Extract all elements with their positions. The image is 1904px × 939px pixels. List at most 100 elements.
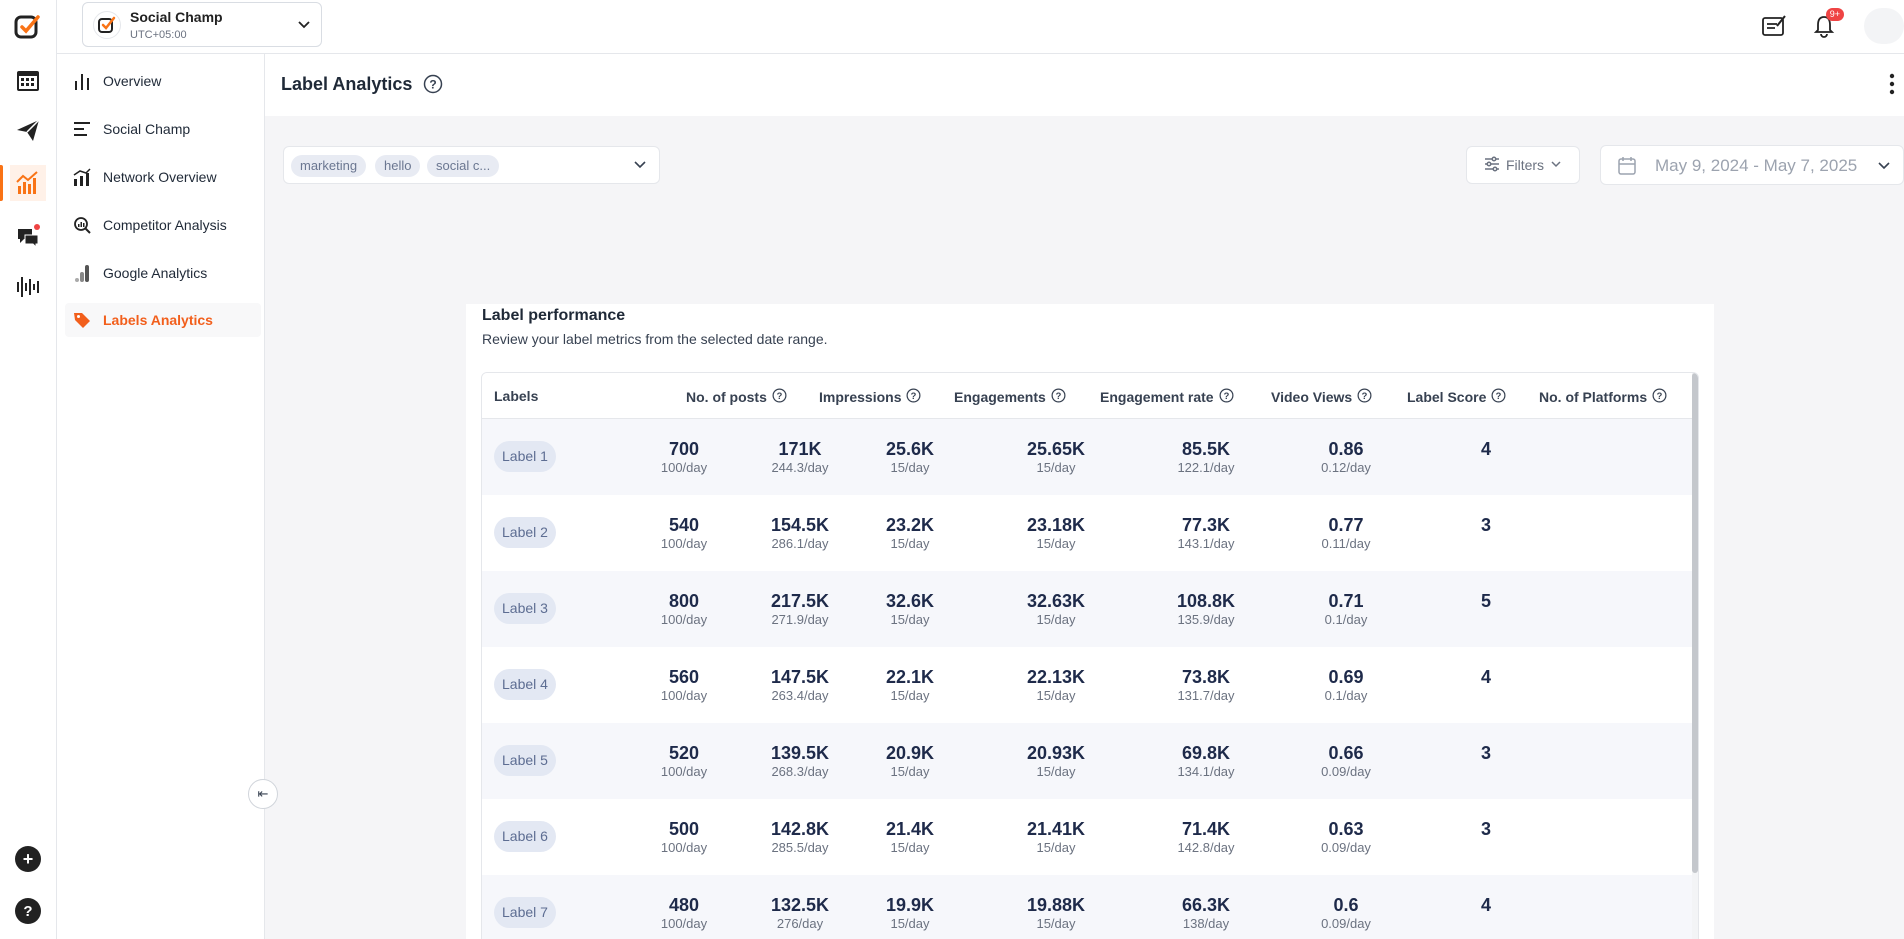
sidebar-item-google-analytics[interactable]: Google Analytics xyxy=(65,256,261,290)
label-chip[interactable]: Label 3 xyxy=(494,593,556,624)
sliders-icon xyxy=(1484,155,1500,175)
table-row[interactable]: Label 7 480 100/day 132.5K 276/day 19.9K 15… xyxy=(482,875,1692,939)
filters-button[interactable]: Filters xyxy=(1466,146,1580,184)
label-score-cell: 0.66 0.09/day xyxy=(1321,743,1371,779)
column-header-engagements[interactable]: Engagements? xyxy=(954,388,1066,406)
video-views-cell: 108.8K 135.9/day xyxy=(1176,591,1236,627)
inbox-chat-icon[interactable] xyxy=(10,218,46,254)
video-views-cell: 73.8K 131.7/day xyxy=(1177,667,1235,703)
sidebar-item-labels-analytics[interactable]: Labels Analytics xyxy=(65,303,261,337)
table-row[interactable]: Label 2 540 100/day 154.5K 286.1/day 23.2K… xyxy=(482,495,1692,571)
table-row[interactable]: Label 1 700 100/day 171K 244.3/day 25.6K 15… xyxy=(482,419,1692,495)
top-bar: Social Champ UTC+05:00 9+ xyxy=(57,0,1904,54)
label-chip[interactable]: Label 2 xyxy=(494,517,556,548)
date-range-text: May 9, 2024 - May 7, 2025 xyxy=(1655,156,1858,175)
column-header-engagement-rate[interactable]: Engagement rate? xyxy=(1100,388,1234,406)
video-views-cell: 77.3K 143.1/day xyxy=(1177,515,1235,551)
label-chip[interactable]: Label 4 xyxy=(494,669,556,700)
impressions-cell: 154.5K 286.1/day xyxy=(770,515,830,551)
label-chip[interactable]: Label 1 xyxy=(494,441,556,472)
label-chip[interactable]: Label 7 xyxy=(494,897,556,928)
notification-bell-icon[interactable]: 9+ xyxy=(1810,8,1844,40)
svg-text:?: ? xyxy=(1055,391,1061,401)
posts-cell: 700 100/day xyxy=(660,439,708,475)
date-range-picker[interactable]: May 9, 2024 - May 7, 2025 xyxy=(1600,145,1904,185)
help-circle-icon[interactable]: ? xyxy=(906,388,921,406)
impressions-cell: 132.5K 276/day xyxy=(770,895,830,931)
table-header: Labels No. of posts? Impressions? Engage… xyxy=(482,373,1692,419)
help-circle-icon[interactable]: ? xyxy=(1491,388,1506,406)
column-header-labels[interactable]: Labels xyxy=(494,388,538,404)
video-views-cell: 85.5K 122.1/day xyxy=(1177,439,1235,475)
bar-chart-icon xyxy=(71,70,93,92)
add-icon[interactable]: + xyxy=(15,846,41,872)
send-icon[interactable] xyxy=(10,112,46,148)
svg-text:?: ? xyxy=(777,391,783,401)
analytics-icon[interactable] xyxy=(0,165,46,201)
table-row[interactable]: Label 3 800 100/day 217.5K 271.9/day 32.6K… xyxy=(482,571,1692,647)
label-chip: marketing xyxy=(291,155,367,177)
page-title: Label Analytics xyxy=(281,74,413,94)
platforms-cell: 4 xyxy=(1480,895,1491,915)
help-circle-icon[interactable]: ? xyxy=(1051,388,1066,406)
avatar[interactable] xyxy=(1864,8,1904,44)
impressions-cell: 139.5K 268.3/day xyxy=(770,743,830,779)
card-subtitle: Review your label metrics from the selec… xyxy=(482,331,828,347)
table-row[interactable]: Label 5 520 100/day 139.5K 268.3/day 20.9K… xyxy=(482,723,1692,799)
sidebar-item-label: Google Analytics xyxy=(103,265,208,281)
sidebar-item-label: Social Champ xyxy=(103,121,191,137)
platforms-cell: 3 xyxy=(1480,819,1491,839)
column-header-impressions[interactable]: Impressions? xyxy=(819,388,921,406)
label-performance-table: Labels No. of posts? Impressions? Engage… xyxy=(481,372,1699,939)
label-score-cell: 0.6 0.09/day xyxy=(1321,895,1371,931)
impressions-cell: 171K 244.3/day xyxy=(771,439,829,475)
tag-icon xyxy=(71,309,93,331)
engagements-cell: 23.2K 15/day xyxy=(885,515,935,551)
sidebar-item-overview[interactable]: Overview xyxy=(65,64,261,98)
label-chip: hello xyxy=(375,155,421,177)
release-notes-icon[interactable] xyxy=(1760,12,1788,40)
help-circle-icon[interactable]: ? xyxy=(772,388,787,406)
audio-waves-icon[interactable] xyxy=(10,269,46,305)
help-icon[interactable]: ? xyxy=(15,898,41,924)
sidebar-item-network-overview[interactable]: Network Overview xyxy=(65,160,261,194)
column-header-platforms[interactable]: No. of Platforms? xyxy=(1539,388,1667,406)
platforms-cell: 3 xyxy=(1480,515,1491,535)
help-circle-icon[interactable]: ? xyxy=(1652,388,1667,406)
sidebar-item-competitor-analysis[interactable]: Competitor Analysis xyxy=(65,208,261,242)
analytics-sidebar: Overview Social Champ Network Overview C… xyxy=(57,54,265,939)
sidebar-item-label: Labels Analytics xyxy=(103,312,213,328)
help-circle-icon[interactable]: ? xyxy=(1219,388,1234,406)
collapse-sidebar-icon[interactable]: ⇤ xyxy=(248,779,278,809)
label-multiselect[interactable]: marketing hello social c... xyxy=(283,146,660,184)
table-row[interactable]: Label 6 500 100/day 142.8K 285.5/day 21.4K… xyxy=(482,799,1692,875)
calendar-icon[interactable] xyxy=(10,62,46,98)
sidebar-item-label: Overview xyxy=(103,73,162,89)
align-left-icon xyxy=(71,118,93,140)
competitor-icon xyxy=(71,214,93,236)
platforms-cell: 4 xyxy=(1480,439,1491,459)
column-header-label-score[interactable]: Label Score? xyxy=(1407,388,1506,406)
card-title: Label performance xyxy=(482,307,626,324)
help-circle-icon[interactable]: ? xyxy=(1357,388,1372,406)
table-scrollbar[interactable] xyxy=(1692,373,1698,939)
chevron-down-icon xyxy=(297,17,311,36)
more-options-icon[interactable] xyxy=(1888,72,1896,101)
page-header: Label Analytics ? xyxy=(265,54,1904,116)
posts-cell: 520 100/day xyxy=(660,743,708,779)
engagements-cell: 20.9K 15/day xyxy=(885,743,935,779)
column-header-video-views[interactable]: Video Views? xyxy=(1271,388,1372,406)
label-chip[interactable]: Label 6 xyxy=(494,821,556,852)
table-row[interactable]: Label 4 560 100/day 147.5K 263.4/day 22.1K… xyxy=(482,647,1692,723)
social-champ-logo-icon[interactable] xyxy=(14,13,42,41)
calendar-icon xyxy=(1617,156,1637,181)
video-views-cell: 71.4K 142.8/day xyxy=(1177,819,1235,855)
workspace-selector[interactable]: Social Champ UTC+05:00 xyxy=(82,2,322,47)
help-circle-icon[interactable]: ? xyxy=(423,74,443,99)
engagements-cell: 32.6K 15/day xyxy=(885,591,935,627)
label-chip[interactable]: Label 5 xyxy=(494,745,556,776)
sidebar-item-social-champ[interactable]: Social Champ xyxy=(65,112,261,146)
engagement-rate-cell: 20.93K 15/day xyxy=(1026,743,1086,779)
scrollbar-thumb[interactable] xyxy=(1692,373,1698,873)
column-header-posts[interactable]: No. of posts? xyxy=(686,388,787,406)
